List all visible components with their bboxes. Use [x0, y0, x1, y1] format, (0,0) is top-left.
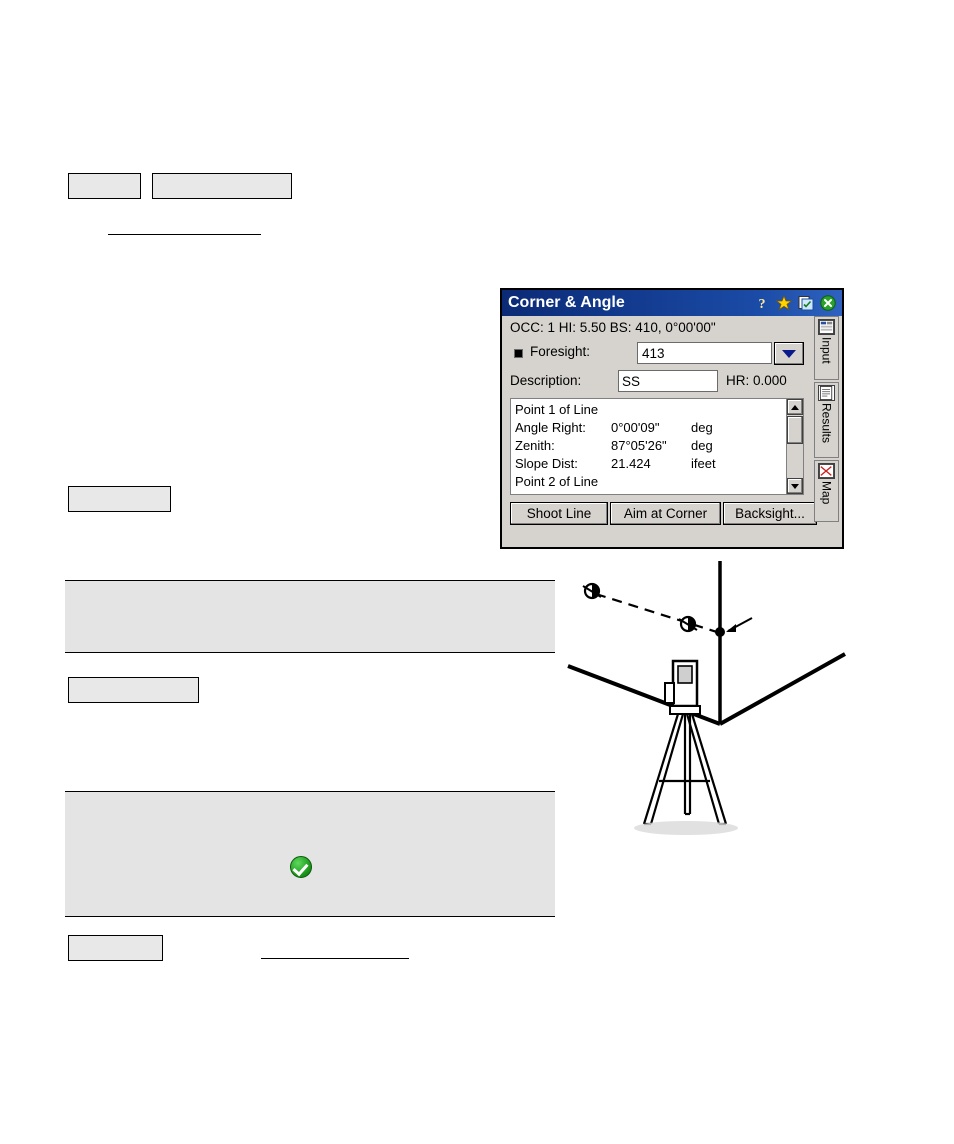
button-placeholder-4[interactable]: [68, 677, 199, 703]
hr-label: HR:: [726, 373, 750, 388]
list-item: Slope Dist: 21.424 ifeet: [515, 455, 786, 473]
list-item-unit: deg: [691, 438, 713, 453]
list-item-label: Angle Right:: [515, 420, 586, 435]
link-underline-1: [108, 234, 261, 235]
foresight-radio[interactable]: [514, 349, 523, 358]
svg-text:?: ?: [759, 297, 766, 311]
list-item-unit: ifeet: [691, 456, 716, 471]
tab-strip: Input Results Map: [814, 316, 840, 547]
hr-value: HR: 0.000: [726, 373, 787, 388]
triangle-up-icon: [791, 404, 799, 410]
map-icon: [818, 463, 835, 479]
tab-results-label: Results: [819, 403, 834, 444]
favorites-icon[interactable]: [776, 295, 792, 311]
tab-map[interactable]: Map: [814, 460, 839, 522]
note-band-1: [65, 580, 555, 653]
scroll-up-button[interactable]: [787, 399, 803, 415]
help-icon[interactable]: ?: [754, 295, 770, 311]
note-band-2: [65, 791, 555, 917]
list-item-value: 0°00'09": [611, 420, 660, 435]
foresight-dropdown-button[interactable]: [774, 342, 804, 365]
list-item-value: 87°05'26": [611, 438, 667, 453]
tab-map-label: Map: [819, 481, 834, 505]
foresight-label: Foresight:: [530, 344, 591, 359]
corner-and-angle-window: Corner & Angle ? OCC: 1 HI: 5.50 BS: 410…: [500, 288, 844, 549]
scroll-down-button[interactable]: [787, 478, 803, 494]
tab-results[interactable]: Results: [814, 382, 839, 458]
list-item: Zenith: 87°05'26" deg: [515, 437, 786, 455]
results-scrollbar[interactable]: [786, 399, 803, 494]
link-underline-2: [261, 958, 409, 959]
tab-input[interactable]: Input: [814, 316, 839, 380]
backsight-button[interactable]: Backsight...: [723, 502, 817, 525]
button-placeholder-1[interactable]: [68, 173, 141, 199]
list-item-value: 21.424: [611, 456, 651, 471]
list-item-label: Zenith:: [515, 438, 555, 453]
triangle-down-icon: [791, 483, 799, 489]
list-item-label: Point 1 of Line: [515, 402, 599, 417]
list-item: Point 1 of Line: [515, 401, 786, 419]
tab-input-label: Input: [819, 337, 834, 364]
list-item: Point 2 of Line: [515, 473, 786, 491]
occupied-point-status: OCC: 1 HI: 5.50 BS: 410, 0°00'00": [510, 320, 716, 335]
list-item-value: [611, 401, 691, 419]
description-input[interactable]: SS: [618, 370, 718, 392]
scrollbar-thumb[interactable]: [787, 416, 803, 444]
button-placeholder-5[interactable]: [68, 935, 163, 961]
chevron-down-icon: [782, 349, 796, 358]
shoot-line-button[interactable]: Shoot Line: [510, 502, 608, 525]
description-label: Description:: [510, 373, 582, 388]
list-item-label: Slope Dist:: [515, 456, 578, 471]
foresight-input[interactable]: 413: [637, 342, 772, 364]
window-title: Corner & Angle: [508, 294, 625, 311]
close-icon[interactable]: [820, 295, 836, 311]
copy-icon[interactable]: [798, 295, 814, 311]
button-placeholder-2[interactable]: [152, 173, 292, 199]
check-circle-icon: [290, 856, 312, 878]
input-icon: [818, 319, 835, 335]
window-titlebar: Corner & Angle ?: [502, 290, 842, 316]
list-item-unit: deg: [691, 420, 713, 435]
aim-at-corner-label: Aim at Corner: [623, 506, 708, 521]
results-icon: [818, 385, 835, 401]
button-placeholder-3[interactable]: [68, 486, 171, 512]
results-list-inner: Point 1 of Line Angle Right: 0°00'09" de…: [511, 399, 786, 494]
window-body: OCC: 1 HI: 5.50 BS: 410, 0°00'00" Foresi…: [502, 316, 842, 547]
list-item-label: Point 2 of Line: [515, 474, 599, 489]
hr-number: 0.000: [753, 373, 787, 388]
total-station-corner-diagram: [567, 561, 846, 835]
list-item: Angle Right: 0°00'09" deg: [515, 419, 786, 437]
aim-at-corner-button[interactable]: Aim at Corner: [610, 502, 721, 525]
results-list[interactable]: Point 1 of Line Angle Right: 0°00'09" de…: [510, 398, 804, 495]
titlebar-icon-group: ?: [754, 295, 842, 311]
